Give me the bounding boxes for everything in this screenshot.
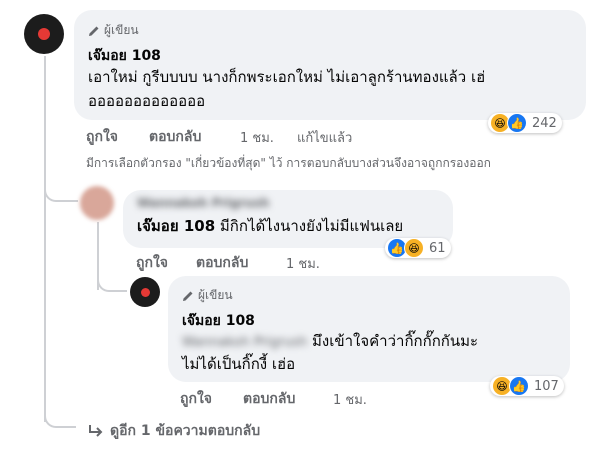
reaction-count: 242	[532, 115, 557, 131]
reply-author-name[interactable]: เจ๊มอย 108	[182, 310, 255, 332]
reply-text-body: มึงเข้าใจคำว่ากิ๊กกั๊กกันมะ	[307, 332, 479, 350]
reply-button[interactable]: ตอบกลับ	[149, 126, 201, 148]
filter-notice: มีการเลือกตัวกรอง "เกี่ยวข้องที่สุด" ไว้…	[86, 156, 491, 170]
reply-text-body: มีกิกได้ไงนางยังไม่มีแฟนเลย	[215, 217, 404, 235]
reply-bubble: ผู้เขียน เจ๊มอย 108 Wannakoh Prigrush มึ…	[168, 276, 570, 382]
view-more-replies[interactable]: ดูอีก 1 ข้อความตอบกลับ	[88, 420, 260, 442]
reply-time[interactable]: 1 ชม.	[333, 389, 367, 410]
author-tag-label: ผู้เขียน	[104, 23, 139, 37]
mention-blurred[interactable]: Wannakoh Prigrush	[182, 335, 307, 350]
author-tag-label: ผู้เขียน	[198, 288, 233, 302]
like-icon: 👍	[507, 113, 527, 133]
avatar-badge	[38, 28, 50, 40]
edited-label: แก้ไขแล้ว	[297, 131, 353, 146]
like-button[interactable]: ถูกใจ	[136, 252, 168, 274]
reply-arrow-icon	[89, 425, 103, 437]
replier-avatar[interactable]	[80, 186, 114, 220]
view-more-replies-label: ดูอีก 1 ข้อความตอบกลับ	[110, 423, 261, 439]
author-tag: ผู้เขียน	[88, 21, 139, 40]
reply-button[interactable]: ตอบกลับ	[243, 388, 295, 410]
reply-thread-connector	[97, 270, 127, 292]
mention-link[interactable]: เจ๊มอย 108	[137, 217, 215, 235]
reply-text: เจ๊มอย 108 มีกิกได้ไงนางยังไม่มีแฟนเลย	[137, 215, 403, 237]
like-button[interactable]: ถูกใจ	[180, 388, 212, 410]
reaction-summary[interactable]: 👍 😆 61	[385, 238, 451, 258]
reaction-summary[interactable]: 😆 👍 242	[488, 113, 562, 133]
like-icon: 👍	[509, 376, 529, 396]
comment-text-line2: อออออออออออออ	[88, 92, 206, 110]
comment-bubble: ผู้เขียน เจ๊มอย 108 เอาใหม่ กูรีบบบบ นาง…	[74, 10, 586, 120]
haha-icon: 😆	[404, 238, 424, 258]
comment-text-line1: เอาใหม่ กูรีบบบบ นางก็กพระเอกใหม่ ไม่เอา…	[88, 68, 486, 86]
like-button[interactable]: ถูกใจ	[86, 126, 118, 148]
reply-time[interactable]: 1 ชม.	[286, 253, 320, 274]
author-avatar[interactable]	[130, 277, 160, 307]
reaction-count: 61	[429, 240, 446, 256]
replier-name-blurred[interactable]: Wannakoh Prigrush	[137, 196, 269, 210]
avatar-badge	[140, 287, 150, 297]
reply-button[interactable]: ตอบกลับ	[196, 252, 248, 274]
thread-line	[44, 56, 46, 422]
pencil-icon	[89, 26, 99, 36]
comment-author-name[interactable]: เจ๊มอย 108	[88, 45, 161, 67]
thread-connector	[44, 180, 78, 202]
reply-text-line2: ไม่ได้เป็นกิ๊กงี้ เฮ่อ	[182, 355, 296, 373]
reply-text-line1: Wannakoh Prigrush มึงเข้าใจคำว่ากิ๊กกั๊ก…	[182, 330, 478, 354]
reaction-summary[interactable]: 😆 👍 107	[490, 376, 564, 396]
comment-time[interactable]: 1 ชม.	[240, 127, 274, 148]
more-thread-connector	[44, 408, 76, 428]
author-avatar[interactable]	[24, 14, 64, 54]
reaction-count: 107	[534, 378, 559, 394]
pencil-icon	[183, 291, 193, 301]
author-tag: ผู้เขียน	[182, 286, 233, 305]
